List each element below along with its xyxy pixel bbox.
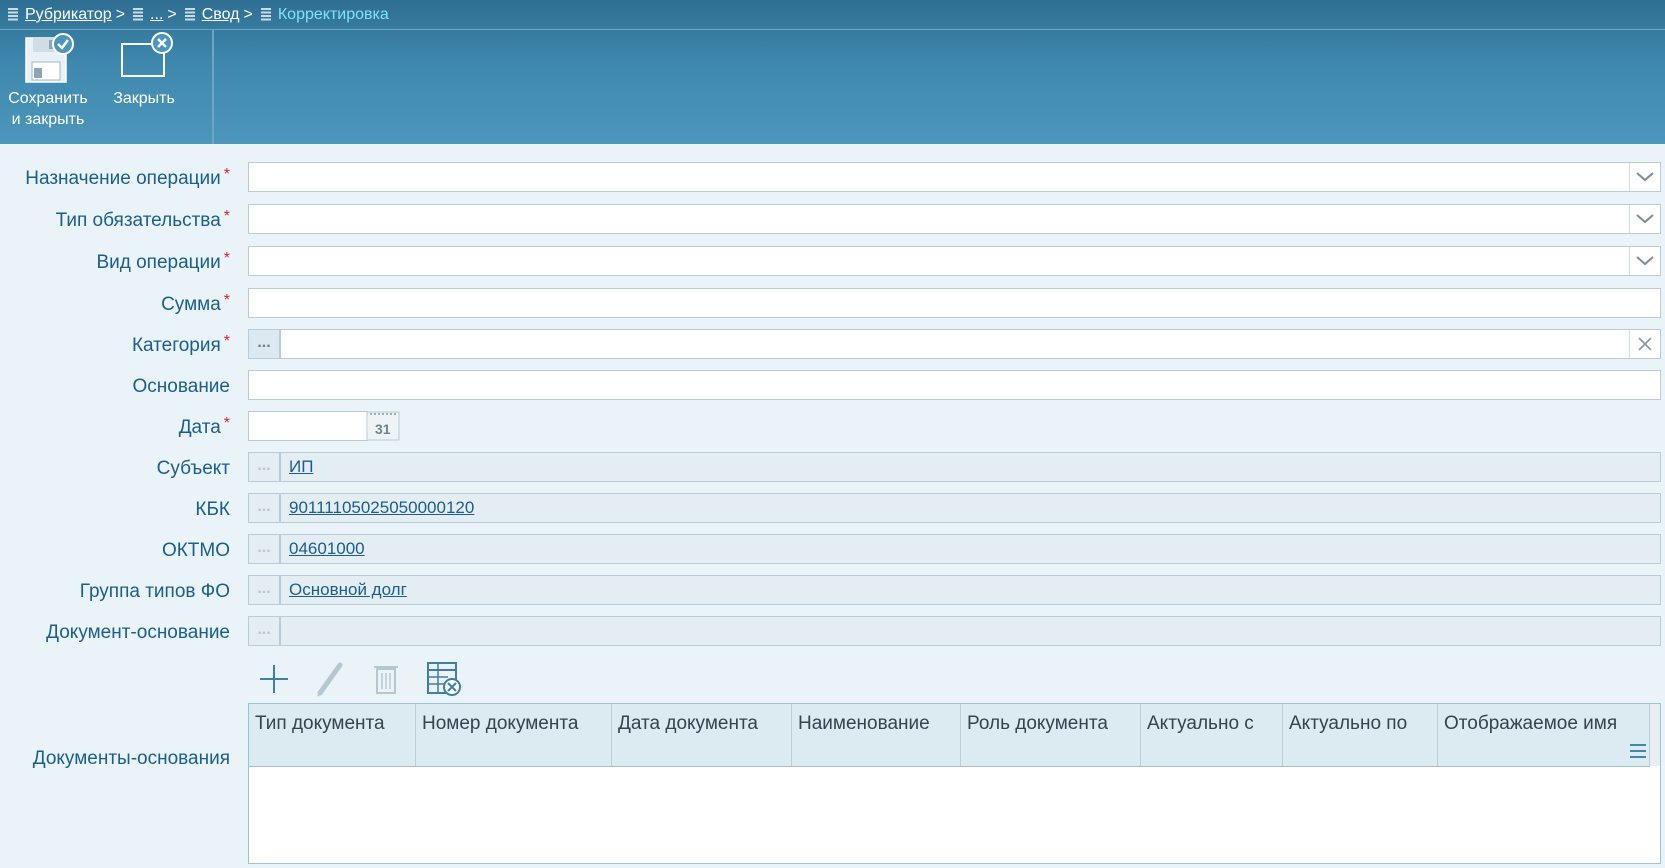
edit-icon (310, 659, 350, 699)
toolbar-divider (212, 30, 214, 144)
column-header[interactable]: Наименование (792, 704, 961, 766)
list-icon (133, 8, 144, 22)
column-header[interactable]: Актуально с (1141, 704, 1283, 766)
column-header[interactable]: Тип документа (249, 704, 416, 766)
close-button-label: Закрыть (113, 90, 175, 107)
kbk-link[interactable]: 90111105025050000120 (289, 498, 474, 518)
date-label: Дата * (178, 415, 230, 438)
fo-group-label: Группа типов ФО (79, 581, 230, 602)
basis-input[interactable] (248, 370, 1661, 400)
subject-field: ИП (280, 452, 1661, 482)
column-header[interactable]: Роль документа (961, 704, 1141, 766)
row-category: Категория * ... (0, 329, 1665, 361)
save-and-close-button[interactable]: Сохранить и закрыть (4, 32, 92, 130)
row-kbk: КБК ... 90111105025050000120 (0, 493, 1665, 525)
date-input[interactable] (248, 411, 368, 441)
category-input[interactable] (280, 329, 1661, 359)
breadcrumb-separator: > (167, 6, 177, 23)
column-header[interactable]: Актуально по (1283, 704, 1438, 766)
list-icon (184, 8, 195, 22)
chevron-down-icon[interactable] (1629, 163, 1660, 191)
obligation-type-label: Тип обязательства * (55, 208, 230, 231)
calendar-day-text: 31 (375, 421, 391, 437)
calendar-icon[interactable]: 31 (366, 411, 400, 441)
list-icon (260, 8, 271, 22)
basis-doc-field (280, 616, 1661, 646)
oktmo-lookup-button: ... (248, 534, 280, 564)
oktmo-link[interactable]: 04601000 (289, 539, 365, 559)
close-button[interactable]: Закрыть (104, 32, 184, 109)
operation-kind-select[interactable] (248, 246, 1661, 276)
clear-icon[interactable] (1629, 330, 1660, 358)
row-oktmo: ОКТМО ... 04601000 (0, 534, 1665, 566)
category-lookup-button[interactable]: ... (248, 329, 280, 359)
save-button-label-1: Сохранить (8, 90, 88, 107)
breadcrumb-separator: > (243, 6, 253, 23)
breadcrumb-svod[interactable]: Свод (202, 6, 240, 24)
kbk-field: 90111105025050000120 (280, 493, 1661, 523)
column-header[interactable]: Дата документа (612, 704, 792, 766)
list-icon (8, 8, 18, 22)
oktmo-label: ОКТМО (161, 540, 230, 561)
kbk-label: КБК (195, 499, 230, 520)
column-header[interactable]: Номер документа (416, 704, 612, 766)
kbk-lookup-button: ... (248, 493, 280, 523)
breadcrumb: Рубрикатор > ... > Свод > Корректировка (8, 4, 389, 26)
subject-link[interactable]: ИП (289, 457, 313, 477)
docs-grid: Тип документа Номер документа Дата докум… (248, 703, 1661, 864)
breadcrumb-rubricator[interactable]: Рубрикатор (25, 6, 112, 24)
row-basis-doc: Документ-основание ... (0, 616, 1665, 648)
trash-icon (366, 659, 406, 699)
sum-input[interactable] (248, 288, 1661, 318)
row-sum: Сумма * (0, 288, 1665, 320)
row-subject: Субъект ... ИП (0, 452, 1665, 484)
obligation-type-select[interactable] (248, 204, 1661, 234)
toolbar-separator (0, 29, 1665, 30)
basis-doc-lookup-button: ... (248, 616, 280, 646)
row-fo-group: Группа типов ФО ... Основной долг (0, 575, 1665, 607)
row-purpose: Назначение операции * (0, 162, 1665, 194)
row-basis: Основание (0, 370, 1665, 402)
column-header[interactable]: Отображаемое имя (1438, 704, 1650, 766)
fo-group-link[interactable]: Основной долг (289, 580, 407, 600)
purpose-label: Назначение операции * (25, 166, 230, 189)
row-operation-kind: Вид операции * (0, 246, 1665, 278)
chevron-down-icon[interactable] (1629, 247, 1660, 275)
purpose-select[interactable] (248, 162, 1661, 192)
breadcrumb-separator: > (115, 6, 126, 23)
operation-kind-label: Вид операции * (96, 250, 230, 273)
oktmo-field: 04601000 (280, 534, 1661, 564)
category-label: Категория * (131, 333, 230, 356)
grid-header: Тип документа Номер документа Дата докум… (249, 704, 1650, 767)
docs-label: Документы-основания (32, 748, 230, 769)
grid-scrollbar[interactable] (1649, 704, 1660, 766)
row-obligation-type: Тип обязательства * (0, 204, 1665, 236)
fo-group-lookup-button: ... (248, 575, 280, 605)
basis-doc-label: Документ-основание (46, 622, 230, 643)
chevron-down-icon[interactable] (1629, 205, 1660, 233)
breadcrumb-current: Корректировка (277, 6, 389, 23)
breadcrumb-ellipsis[interactable]: ... (150, 6, 163, 24)
subject-lookup-button: ... (248, 452, 280, 482)
row-date: Дата * 31 (0, 411, 1665, 443)
floppy-disk-icon (25, 33, 74, 83)
sum-label: Сумма * (161, 292, 230, 315)
menu-icon[interactable] (1630, 744, 1646, 758)
fo-group-field: Основной долг (280, 575, 1661, 605)
subject-label: Субъект (156, 458, 230, 479)
save-button-label-2: и закрыть (11, 111, 85, 128)
basis-label: Основание (132, 376, 230, 397)
add-icon[interactable] (254, 659, 294, 699)
close-window-icon (121, 32, 173, 77)
header-toolbar: Рубрикатор > ... > Свод > Корректировка … (0, 0, 1665, 144)
table-settings-icon[interactable] (424, 659, 464, 699)
column-header-label: Отображаемое имя (1444, 713, 1618, 734)
